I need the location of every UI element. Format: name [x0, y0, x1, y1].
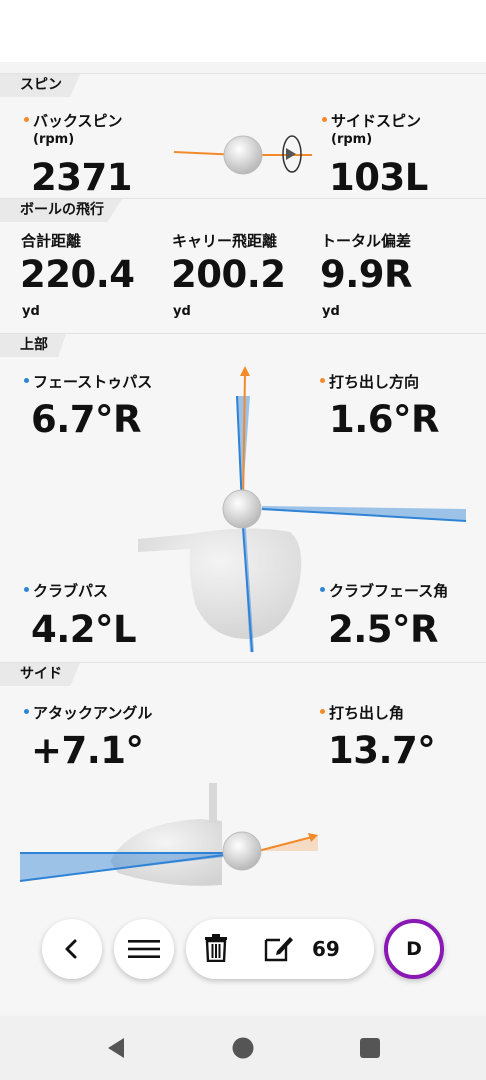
club-path-value: 4.2°L — [31, 608, 137, 651]
sidespin-value: 103L — [329, 156, 428, 199]
total-distance-value: 220.4 — [20, 253, 135, 296]
face-to-path-label: フェーストゥパス — [24, 371, 152, 392]
spin-section-tag: スピン — [0, 74, 80, 97]
total-deviation-label: トータル偏差 — [321, 232, 412, 250]
action-pill: 69 — [186, 919, 374, 979]
spin-ball-graphic — [173, 135, 312, 175]
total-deviation-unit: yd — [322, 304, 340, 319]
side-view-graphic — [19, 783, 318, 886]
face-to-path-value: 6.7°R — [31, 398, 142, 441]
blue-dot-icon — [24, 378, 29, 383]
flight-section: ボールの飛行 合計距離 220.4 yd キャリー飛距離 200.2 yd トー… — [0, 198, 486, 332]
flight-section-tag: ボールの飛行 — [0, 199, 122, 222]
launch-direction-value: 1.6°R — [329, 398, 440, 441]
nav-home-icon[interactable] — [232, 1037, 254, 1059]
sidespin-label: サイドスピン — [322, 110, 421, 131]
launch-angle-value: 13.7° — [328, 729, 436, 772]
carry-distance-label: キャリー飛距離 — [172, 232, 278, 250]
total-distance-label: 合計距離 — [21, 232, 82, 250]
carry-distance-value: 200.2 — [171, 253, 286, 296]
spin-section: スピン バックスピン (rpm) 2371 サイドスピン (rpm) 103L — [0, 73, 486, 199]
attack-angle-label: アタックアングル — [24, 702, 152, 723]
shot-count: 69 — [312, 937, 340, 961]
nav-back-icon[interactable] — [106, 1037, 126, 1059]
orange-dot-icon — [320, 378, 325, 383]
menu-icon — [128, 940, 160, 958]
orange-dot-icon — [320, 709, 325, 714]
blue-dot-icon — [320, 587, 325, 592]
launch-angle-label: 打ち出し角 — [320, 702, 404, 723]
blue-dot-icon — [24, 709, 29, 714]
side-view-section-tag: サイド — [0, 663, 80, 686]
system-nav-bar — [0, 1016, 486, 1080]
club-path-label: クラブパス — [24, 580, 108, 601]
menu-button[interactable] — [114, 919, 174, 979]
nav-recents-icon[interactable] — [360, 1038, 380, 1058]
club-select-button[interactable]: D — [384, 919, 444, 979]
total-deviation-value: 9.9R — [320, 253, 413, 296]
back-chevron-icon — [65, 939, 77, 959]
club-face-angle-label: クラブフェース角 — [320, 580, 448, 601]
top-bar — [0, 0, 486, 62]
top-view-section: 上部 フェーストゥパス 6.7°R 打ち出し方向 1.6°R クラブパス 4.2… — [0, 333, 486, 661]
orange-dot-icon — [24, 117, 29, 122]
orange-dot-icon — [322, 117, 327, 122]
blue-dot-icon — [24, 587, 29, 592]
bottom-toolbar: 69 D — [0, 916, 486, 982]
backspin-label: バックスピン — [24, 110, 123, 131]
launch-direction-label: 打ち出し方向 — [320, 371, 419, 392]
total-distance-unit: yd — [22, 304, 40, 319]
attack-angle-value: +7.1° — [31, 729, 144, 772]
back-button[interactable] — [42, 919, 102, 979]
edit-icon[interactable] — [264, 934, 294, 962]
trash-icon[interactable] — [205, 934, 227, 962]
carry-distance-unit: yd — [173, 304, 191, 319]
sidespin-unit: (rpm) — [331, 132, 373, 147]
club-face-angle-value: 2.5°R — [328, 608, 439, 651]
backspin-unit: (rpm) — [33, 132, 75, 147]
backspin-value: 2371 — [31, 156, 132, 199]
